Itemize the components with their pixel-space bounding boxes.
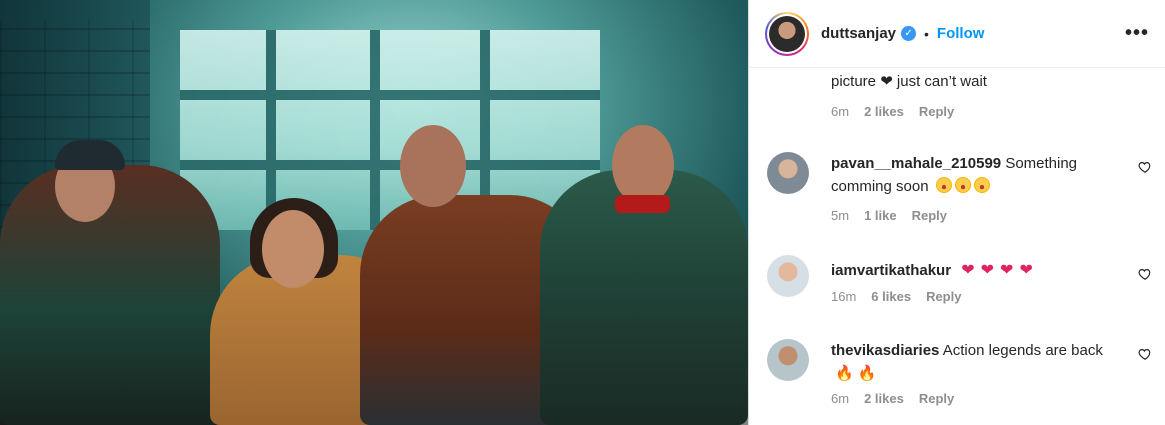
reply-button[interactable]: Reply xyxy=(912,208,947,223)
comment-likes[interactable]: 2 likes xyxy=(864,104,904,119)
comment-text: Action legends are back xyxy=(942,342,1103,359)
fire-emoji-icon: 🔥 xyxy=(857,365,877,382)
astonished-emoji-icon xyxy=(954,177,971,193)
author-username[interactable]: duttsanjay xyxy=(821,25,896,42)
comment-likes[interactable]: 2 likes xyxy=(864,391,904,406)
post-image[interactable] xyxy=(0,0,748,425)
comment-meta: 6m 2 likes Reply xyxy=(831,391,954,406)
fire-emoji-icon: 🔥 xyxy=(835,365,854,382)
comment-body: thevikasdiaries Action legends are back … xyxy=(831,339,1111,385)
comment-time: 5m xyxy=(831,208,850,223)
figure-1-cap xyxy=(55,140,125,170)
red-heart-emoji-icon: ❤ xyxy=(980,262,995,279)
reply-button[interactable]: Reply xyxy=(919,104,954,119)
figure-4-scarf xyxy=(615,195,670,213)
figure-4-head xyxy=(612,125,674,205)
comment-time: 6m xyxy=(831,104,850,119)
comment-body: pavan__mahale_210599 Something comming s… xyxy=(831,152,1111,198)
figure-2-head xyxy=(262,210,324,288)
red-heart-emoji-icon: ❤ xyxy=(1019,262,1033,279)
red-heart-emoji-icon: ❤ xyxy=(961,262,975,279)
astonished-emoji-icon xyxy=(973,177,990,193)
post-header: duttsanjay ✓ • Follow ••• xyxy=(749,0,1165,68)
commenter-username[interactable]: pavan__mahale_210599 xyxy=(831,155,1001,172)
separator-dot: • xyxy=(924,25,929,42)
follow-button[interactable]: Follow xyxy=(937,25,985,42)
comment-meta: 5m 1 like Reply xyxy=(831,208,947,223)
commenter-avatar[interactable] xyxy=(767,255,809,297)
heart-outline-icon[interactable] xyxy=(1138,347,1152,361)
commenter-avatar[interactable] xyxy=(767,152,809,194)
more-options-icon[interactable]: ••• xyxy=(1125,22,1149,45)
previous-comment-text: picture ❤ just can’t wait xyxy=(831,73,987,90)
astonished-emoji-icon xyxy=(935,177,952,193)
commenter-username[interactable]: iamvartikathakur xyxy=(831,262,951,279)
author-avatar[interactable] xyxy=(765,11,809,56)
verified-badge-icon: ✓ xyxy=(901,26,917,41)
comment-meta: 16m 6 likes Reply xyxy=(831,289,961,304)
commenter-avatar[interactable] xyxy=(767,339,809,381)
author-avatar-image xyxy=(769,15,805,52)
previous-comment-meta: 6m 2 likes Reply xyxy=(831,104,954,119)
commenter-username[interactable]: thevikasdiaries xyxy=(831,342,939,359)
reply-button[interactable]: Reply xyxy=(926,289,961,304)
comment-body: iamvartikathakur ❤ ❤ ❤ ❤ xyxy=(831,259,1111,282)
red-heart-emoji-icon: ❤ xyxy=(1000,262,1014,279)
heart-outline-icon[interactable] xyxy=(1138,160,1152,174)
reply-button[interactable]: Reply xyxy=(919,391,954,406)
comment-time: 16m xyxy=(831,289,857,304)
heart-outline-icon[interactable] xyxy=(1138,267,1152,281)
comment-likes[interactable]: 1 like xyxy=(864,208,897,223)
comment-likes[interactable]: 6 likes xyxy=(871,289,911,304)
comment-time: 6m xyxy=(831,391,850,406)
figure-3-head xyxy=(400,125,466,207)
comments-panel: duttsanjay ✓ • Follow ••• picture ❤ just… xyxy=(748,0,1165,425)
